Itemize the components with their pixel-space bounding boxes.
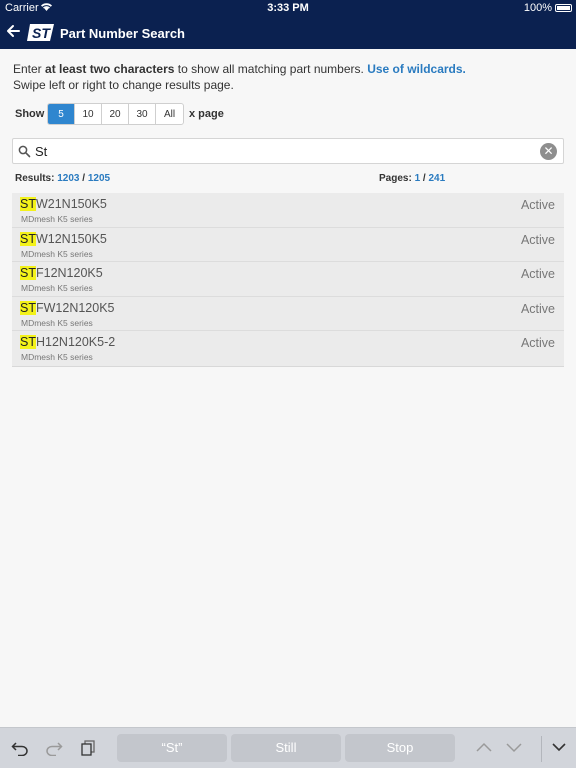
part-number: STFW12N120K5	[20, 300, 115, 315]
keyboard-suggestion-bar: “St” Still Stop	[0, 727, 576, 768]
page-title: Part Number Search	[60, 26, 185, 41]
undo-icon[interactable]	[11, 740, 29, 761]
instructions: Enter at least two characters to show al…	[13, 61, 466, 93]
match-highlight: ST	[20, 197, 36, 211]
search-input[interactable]	[35, 142, 540, 160]
divider	[541, 736, 542, 762]
part-number-rest: FW12N120K5	[35, 300, 115, 315]
status-label: Active	[520, 301, 555, 316]
per-page-label: x page	[189, 108, 224, 120]
series-name: MDmesh K5 series	[21, 214, 93, 224]
battery-percent: 100%	[523, 2, 552, 14]
status-label: Active	[520, 232, 555, 247]
search-box: ✕	[12, 138, 564, 164]
dismiss-keyboard-icon[interactable]	[551, 740, 567, 758]
st-logo-icon: ST	[27, 24, 54, 41]
part-number: STW21N150K5	[20, 197, 107, 211]
results-shown: 1203	[57, 173, 80, 184]
results-separator: /	[82, 173, 86, 184]
match-highlight: ST	[20, 300, 36, 315]
clear-search-icon[interactable]: ✕	[540, 143, 557, 160]
current-page: 1	[414, 173, 421, 184]
part-number: STW12N150K5	[20, 231, 107, 246]
part-number-rest: W12N150K5	[35, 231, 107, 246]
series-name: MDmesh K5 series	[21, 352, 93, 363]
chevron-up-icon[interactable]	[475, 740, 493, 758]
results-summary: Results: 1203 / 1205 Pages: 1 / 241	[15, 173, 555, 184]
list-item[interactable]: STW12N150K5 MDmesh K5 series Active	[12, 228, 564, 263]
page-size-selector: 5 10 20 30 All	[47, 103, 184, 125]
part-number: STH12N120K5-2	[20, 335, 116, 350]
series-name: MDmesh K5 series	[21, 283, 93, 294]
page-size-option-10[interactable]: 10	[75, 104, 102, 124]
page-size-option-5[interactable]: 5	[48, 104, 75, 124]
redo-icon[interactable]	[45, 740, 63, 761]
suggestion-still[interactable]: Still	[231, 734, 341, 762]
status-label: Active	[520, 336, 555, 351]
match-highlight: ST	[20, 335, 36, 350]
paste-icon[interactable]	[80, 740, 96, 761]
wildcards-link[interactable]: Use of wildcards.	[367, 62, 466, 76]
series-name: MDmesh K5 series	[21, 248, 93, 259]
results-total: 1205	[87, 173, 111, 184]
suggestion-typed[interactable]: “St”	[117, 734, 227, 762]
part-number-rest: H12N120K5-2	[35, 335, 116, 350]
pages-summary: Pages: 1 / 241	[379, 173, 445, 184]
pages-total: 241	[428, 173, 446, 184]
part-number-rest: W21N150K5	[35, 197, 107, 211]
back-arrow-icon[interactable]	[6, 22, 20, 42]
part-number-rest: F12N120K5	[35, 266, 103, 281]
pages-label: Pages:	[379, 173, 412, 184]
results-label: Results:	[15, 173, 55, 184]
match-highlight: ST	[20, 231, 36, 246]
pages-separator: /	[422, 173, 426, 184]
intro-bold-text: at least two characters	[45, 62, 175, 76]
search-icon	[18, 145, 31, 158]
series-name: MDmesh K5 series	[21, 317, 93, 328]
intro-text: Enter	[13, 62, 46, 76]
logo-text: ST	[32, 25, 51, 41]
status-label: Active	[520, 198, 555, 212]
list-item[interactable]: STF12N120K5 MDmesh K5 series Active	[12, 262, 564, 297]
list-item[interactable]: STH12N120K5-2 MDmesh K5 series Active	[12, 331, 564, 366]
nav-bar: ST Part Number Search	[0, 17, 576, 49]
results-list: STW21N150K5 MDmesh K5 series Active STW1…	[12, 193, 564, 367]
clock: 3:33 PM	[267, 2, 309, 14]
swipe-hint: Swipe left or right to change results pa…	[13, 78, 234, 92]
battery-icon	[555, 4, 572, 12]
page-size-option-20[interactable]: 20	[102, 104, 129, 124]
intro-text-2: to show all matching part numbers.	[174, 62, 368, 76]
suggestion-stop[interactable]: Stop	[345, 734, 455, 762]
list-item[interactable]: STFW12N120K5 MDmesh K5 series Active	[12, 297, 564, 332]
chevron-down-icon[interactable]	[505, 740, 523, 758]
match-highlight: ST	[20, 266, 36, 281]
list-item[interactable]: STW21N150K5 MDmesh K5 series Active	[12, 193, 564, 228]
part-number: STF12N120K5	[20, 266, 103, 281]
page-size-option-all[interactable]: All	[156, 104, 183, 124]
status-bar: Carrier 3:33 PM 100%	[0, 0, 576, 17]
page-size-option-30[interactable]: 30	[129, 104, 156, 124]
show-label: Show	[15, 108, 45, 120]
status-label: Active	[520, 267, 555, 282]
